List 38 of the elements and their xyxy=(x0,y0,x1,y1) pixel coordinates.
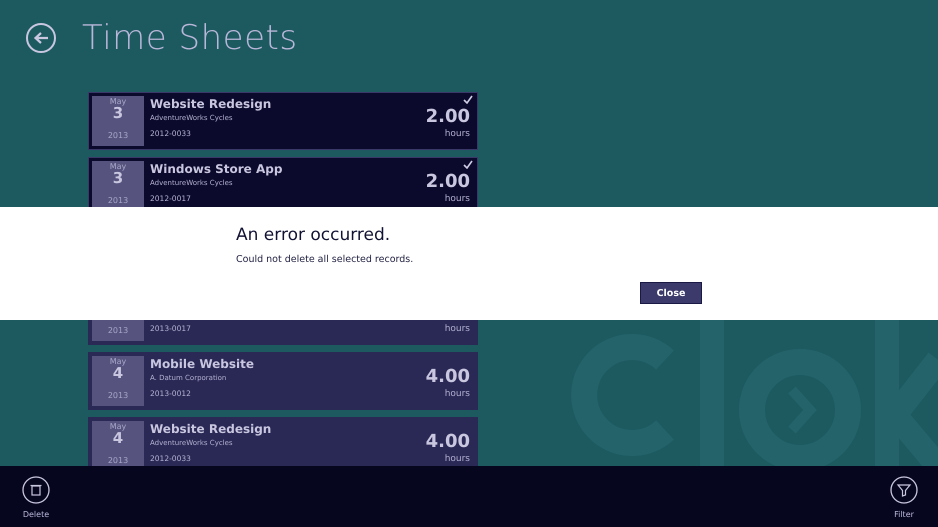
app-bar-button[interactable]: Delete xyxy=(22,476,50,519)
dialog-message: Could not delete all selected records. xyxy=(236,254,414,265)
back-arrow-icon xyxy=(33,31,49,45)
hours-value: 4.00 xyxy=(426,433,470,451)
month-label: May xyxy=(110,97,126,106)
month-label: May xyxy=(110,422,126,431)
hours-unit: hours xyxy=(444,194,470,204)
year-label: 2013 xyxy=(108,456,128,465)
checkmark-icon xyxy=(463,160,473,169)
project-name: Windows Store App xyxy=(150,162,284,176)
day-label: 4 xyxy=(112,431,124,446)
checkmark-icon xyxy=(463,95,473,104)
app-bar-button[interactable]: Filter xyxy=(890,476,918,519)
project-name: Website Redesign xyxy=(150,422,272,436)
hours-unit: hours xyxy=(444,389,470,399)
hours-value: 2.00 xyxy=(426,108,470,126)
day-label: 3 xyxy=(112,106,124,121)
page-title: Time Sheets xyxy=(82,18,298,58)
hours-value: 2.00 xyxy=(426,173,470,191)
hours-value: 4.00 xyxy=(426,368,470,386)
year-label: 2013 xyxy=(108,391,128,400)
trash-icon xyxy=(22,476,50,504)
hours-unit: hours xyxy=(444,454,470,464)
day-label: 3 xyxy=(112,171,124,186)
year-label: 2013 xyxy=(108,196,128,205)
funnel-icon xyxy=(890,476,918,504)
year-label: 2013 xyxy=(108,131,128,140)
close-button[interactable]: Close xyxy=(640,282,702,304)
project-name: Mobile Website xyxy=(150,357,255,371)
day-label: 4 xyxy=(112,366,124,381)
year-label: 2013 xyxy=(108,326,128,335)
hours-unit: hours xyxy=(444,324,470,334)
dialog-title: An error occurred. xyxy=(236,225,392,245)
back-button[interactable] xyxy=(26,23,56,53)
month-label: May xyxy=(110,357,126,366)
project-name: Website Redesign xyxy=(150,97,272,111)
hours-unit: hours xyxy=(444,129,470,139)
month-label: May xyxy=(110,162,126,171)
